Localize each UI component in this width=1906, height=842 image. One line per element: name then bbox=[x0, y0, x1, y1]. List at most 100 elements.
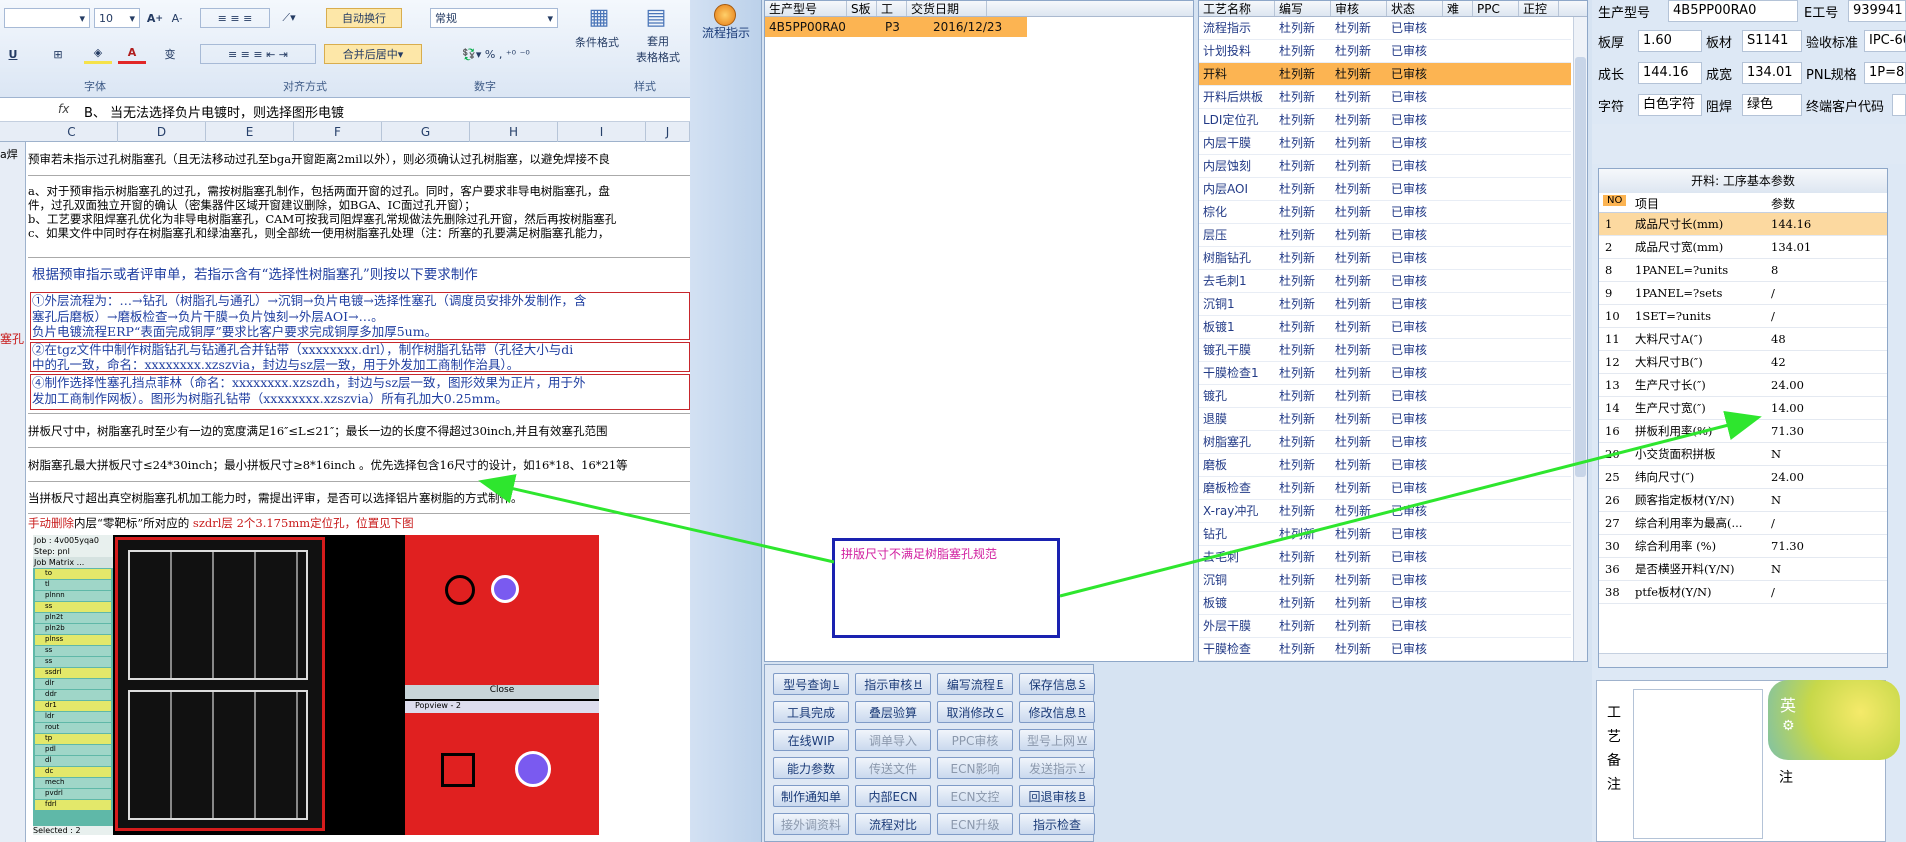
model-field[interactable]: 4B5PP00RA0 bbox=[1668, 0, 1798, 22]
e-field[interactable]: 939941 bbox=[1848, 0, 1906, 22]
phonetic-icon[interactable]: 变 bbox=[154, 44, 186, 64]
cell-r4[interactable]: 拼板尺寸中，树脂塞孔时至少有一边的宽度满足16″≤L≤21″；最长一边的长度不得… bbox=[28, 416, 690, 448]
cell-r5[interactable]: 树脂塞孔最大拼板尺寸≤24*30inch；最小拼板尺寸≥8*16inch 。优先… bbox=[28, 450, 690, 482]
button-18[interactable]: ECN文控 bbox=[937, 785, 1013, 807]
order-col-s[interactable]: S板 bbox=[847, 1, 877, 16]
vertical-align-icons[interactable]: ≡ ≡ ≡ bbox=[200, 8, 270, 28]
button-12[interactable]: 能力参数 bbox=[773, 757, 849, 779]
button-16[interactable]: 制作通知单 bbox=[773, 785, 849, 807]
ime-settings-icon[interactable]: ⚙ bbox=[1782, 718, 1795, 734]
col-header-f[interactable]: F bbox=[294, 122, 382, 142]
params-row[interactable]: 14 生产尺寸宽(″) 14.00 bbox=[1599, 397, 1887, 420]
decrease-font-icon[interactable]: A- bbox=[166, 8, 188, 28]
wrap-text-button[interactable]: 自动换行 bbox=[326, 8, 402, 28]
thickness-field[interactable]: 1.60 bbox=[1638, 30, 1702, 52]
button-4[interactable]: 工具完成 bbox=[773, 701, 849, 723]
button-13[interactable]: 传送文件 bbox=[855, 757, 931, 779]
params-row[interactable]: 38 ptfe板材(Y/N) / bbox=[1599, 581, 1887, 604]
button-20[interactable]: 接外调资料 bbox=[773, 813, 849, 835]
order-col-model[interactable]: 生产型号 bbox=[765, 1, 847, 16]
workflow-row[interactable]: 外层干膜 杜列新 杜列新 已审核 bbox=[1199, 615, 1571, 638]
width-field[interactable]: 134.01 bbox=[1742, 62, 1802, 84]
font-name-select[interactable]: ▾ bbox=[4, 8, 90, 28]
remark-textarea[interactable] bbox=[1633, 689, 1763, 839]
workflow-row[interactable]: 去毛刺1 杜列新 杜列新 已审核 bbox=[1199, 270, 1571, 293]
wf-col-writer[interactable]: 编写 bbox=[1275, 1, 1331, 16]
workflow-row[interactable]: X-ray冲孔 杜列新 杜列新 已审核 bbox=[1199, 500, 1571, 523]
workflow-row[interactable]: 镀孔干膜 杜列新 杜列新 已审核 bbox=[1199, 339, 1571, 362]
wf-col-status[interactable]: 状态 bbox=[1387, 1, 1443, 16]
cam-close[interactable]: Close bbox=[405, 685, 599, 699]
button-10[interactable]: PPC审核 bbox=[937, 729, 1013, 751]
workflow-row[interactable]: 干膜检查 杜列新 杜列新 已审核 bbox=[1199, 638, 1571, 661]
params-row[interactable]: 2 成品尺寸宽(mm) 134.01 bbox=[1599, 236, 1887, 259]
nav-flow-instruction[interactable]: 流程指示 bbox=[696, 24, 756, 41]
button-5[interactable]: 叠层验算 bbox=[855, 701, 931, 723]
number-format-icons[interactable]: 💱▾ % , ⁺⁰ ⁻⁰ bbox=[432, 44, 560, 64]
button-22[interactable]: ECN升级 bbox=[937, 813, 1013, 835]
increase-font-icon[interactable]: A + bbox=[144, 8, 166, 28]
params-row[interactable]: 12 大料尺寸B(″) 42 bbox=[1599, 351, 1887, 374]
params-row[interactable]: 10 1SET=?units / bbox=[1599, 305, 1887, 328]
cell-r7[interactable]: 手动删除内层“零靶标”所对应的 szdrl层 2个3.175mm定位孔，位置见下… bbox=[28, 516, 690, 534]
wf-col-process[interactable]: 工艺名称 bbox=[1199, 1, 1275, 16]
col-header-e[interactable]: E bbox=[206, 122, 294, 142]
workflow-row[interactable]: 磨板 杜列新 杜列新 已审核 bbox=[1199, 454, 1571, 477]
button-15[interactable]: 发送指示 Y bbox=[1019, 757, 1095, 779]
order-row[interactable]: 4B5PP00RA0 P3 2016/12/23 bbox=[765, 17, 1027, 37]
workflow-row[interactable]: 开料 杜列新 杜列新 已审核 bbox=[1199, 63, 1571, 86]
col-header-d[interactable]: D bbox=[118, 122, 206, 142]
params-row[interactable]: 13 生产尺寸长(″) 24.00 bbox=[1599, 374, 1887, 397]
order-col-work[interactable]: 工 bbox=[877, 1, 907, 16]
workflow-row[interactable]: LDI定位孔 杜列新 杜列新 已审核 bbox=[1199, 109, 1571, 132]
col-header-g[interactable]: G bbox=[382, 122, 470, 142]
col-header-j[interactable]: J bbox=[646, 122, 690, 142]
wf-col-control[interactable]: 正控 bbox=[1519, 1, 1559, 16]
params-row[interactable]: 27 综合利用率为最高(... / bbox=[1599, 512, 1887, 535]
button-11[interactable]: 型号上网 W bbox=[1019, 729, 1095, 751]
font-size-select[interactable]: 10 ▾ bbox=[94, 8, 140, 28]
workflow-row[interactable]: 树脂塞孔 杜列新 杜列新 已审核 bbox=[1199, 431, 1571, 454]
workflow-row[interactable]: 树脂钻孔 杜列新 杜列新 已审核 bbox=[1199, 247, 1571, 270]
params-row[interactable]: 8 1PANEL=?units 8 bbox=[1599, 259, 1887, 282]
button-6[interactable]: 取消修改 C bbox=[937, 701, 1013, 723]
button-9[interactable]: 调单导入 bbox=[855, 729, 931, 751]
font-color-icon[interactable]: A bbox=[118, 44, 146, 64]
border-icon[interactable]: ⊞ bbox=[44, 44, 72, 64]
button-23[interactable]: 指示检查 bbox=[1019, 813, 1095, 835]
params-hscroll[interactable] bbox=[1599, 653, 1887, 667]
workflow-row[interactable]: 沉铜 杜列新 杜列新 已审核 bbox=[1199, 569, 1571, 592]
wf-col-ppc[interactable]: PPC bbox=[1473, 1, 1519, 16]
button-8[interactable]: 在线WIP bbox=[773, 729, 849, 751]
workflow-row[interactable]: 板镀 杜列新 杜列新 已审核 bbox=[1199, 592, 1571, 615]
params-row[interactable]: 25 纬向尺寸(″) 24.00 bbox=[1599, 466, 1887, 489]
formula-content[interactable]: B、 当无法选择负片电镀时，则选择图形电镀 bbox=[84, 102, 344, 121]
button-14[interactable]: ECN影响 bbox=[937, 757, 1013, 779]
workflow-row[interactable]: 内层蚀刻 杜列新 杜列新 已审核 bbox=[1199, 155, 1571, 178]
col-header-c[interactable]: C bbox=[26, 122, 118, 142]
workflow-row[interactable]: 去毛刺 杜列新 杜列新 已审核 bbox=[1199, 546, 1571, 569]
material-field[interactable]: S1141 bbox=[1742, 30, 1802, 52]
workflow-row[interactable]: 内层干膜 杜列新 杜列新 已审核 bbox=[1199, 132, 1571, 155]
silk-field[interactable]: 白色字符 bbox=[1638, 94, 1702, 116]
formula-bar[interactable]: fx B、 当无法选择负片电镀时，则选择图形电镀 bbox=[0, 98, 690, 122]
pnl-field[interactable]: 1P=8U bbox=[1864, 62, 1906, 84]
table-format-button[interactable]: 套用 表格格式 bbox=[628, 34, 688, 66]
workflow-row[interactable]: 开料后烘板 杜列新 杜列新 已审核 bbox=[1199, 86, 1571, 109]
workflow-row[interactable]: 干膜检查1 杜列新 杜列新 已审核 bbox=[1199, 362, 1571, 385]
cell-r1[interactable]: 预审若未指示过孔树脂塞孔（且无法移动过孔至bga开窗距离2mil以外），则必须确… bbox=[28, 146, 690, 176]
button-19[interactable]: 回退审核 B bbox=[1019, 785, 1095, 807]
fill-color-icon[interactable]: ◈ bbox=[84, 44, 112, 64]
workflow-row[interactable]: 磨板检查 杜列新 杜列新 已审核 bbox=[1199, 477, 1571, 500]
standard-field[interactable]: IPC-60 bbox=[1864, 30, 1906, 52]
cell-r6[interactable]: 当拼板尺寸超出真空树脂塞孔机加工能力时，需提出评审，是否可以选择铝片塞树脂的方式… bbox=[28, 484, 690, 514]
params-row[interactable]: 20 小交货面积拼板 N bbox=[1599, 443, 1887, 466]
workflow-row[interactable]: 沉铜1 杜列新 杜列新 已审核 bbox=[1199, 293, 1571, 316]
order-col-date[interactable]: 交货日期 bbox=[907, 1, 987, 16]
orientation-icon[interactable]: ⟋▾ bbox=[274, 8, 304, 28]
customer-field[interactable] bbox=[1892, 94, 1906, 116]
workflow-row[interactable]: 退膜 杜列新 杜列新 已审核 bbox=[1199, 408, 1571, 431]
button-1[interactable]: 指示审核 H bbox=[855, 673, 931, 695]
number-format-select[interactable]: 常规 ▾ bbox=[430, 8, 558, 28]
underline-icon[interactable]: U bbox=[2, 44, 24, 64]
